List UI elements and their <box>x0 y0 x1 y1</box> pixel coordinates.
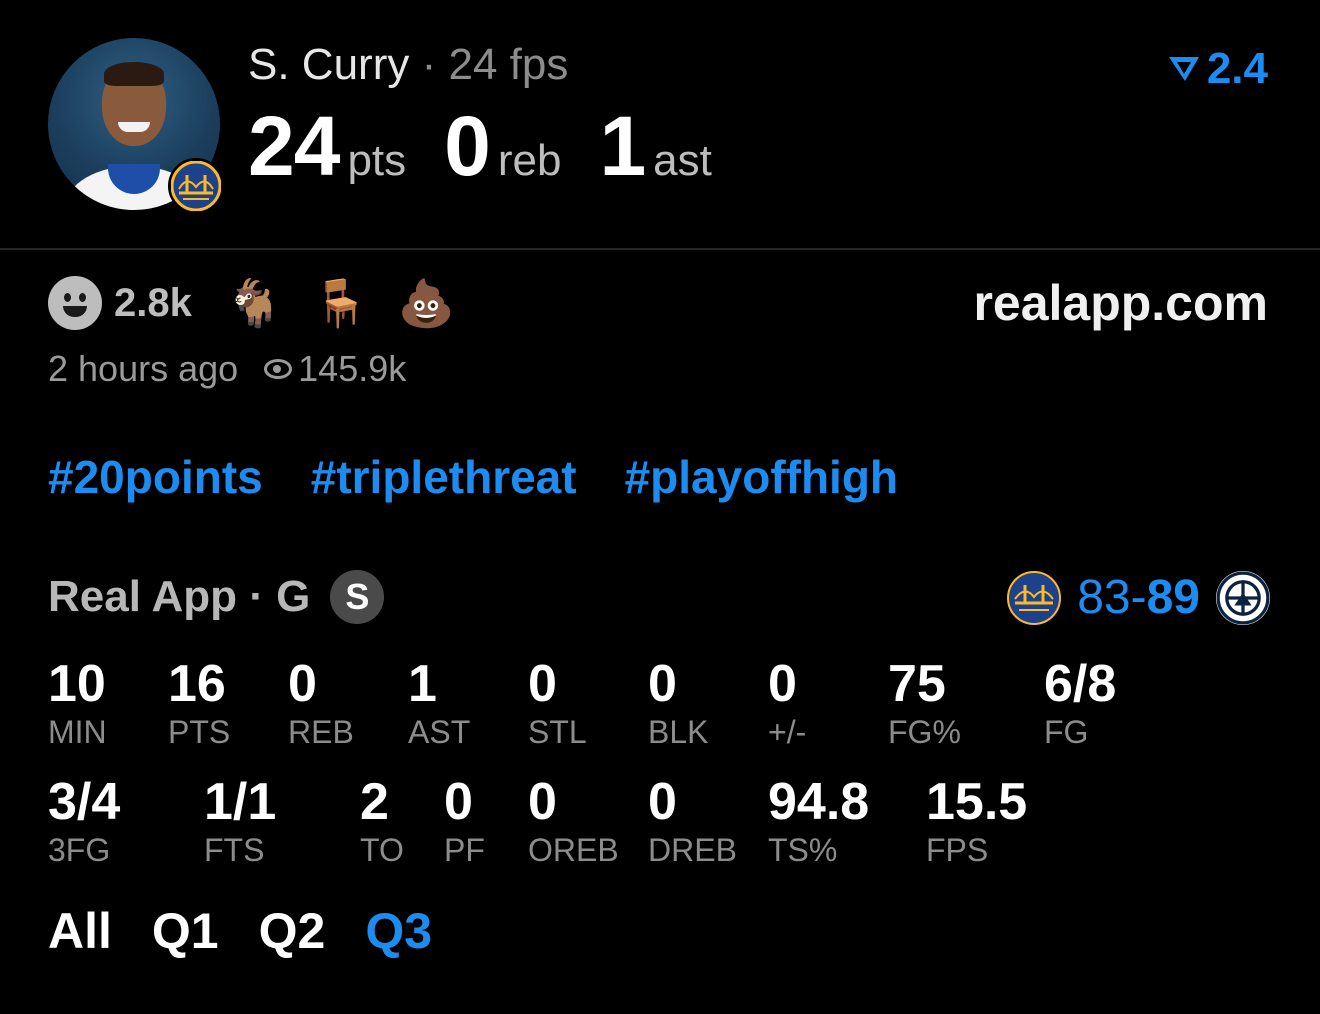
stat-label: OREB <box>528 832 619 868</box>
stat-label: FG% <box>888 714 961 750</box>
hashtag-20points[interactable]: #20points <box>48 450 263 504</box>
stat-reb: 0 REB <box>288 656 354 752</box>
stat-label: AST <box>408 714 471 750</box>
stat-pf: 0 PF <box>444 774 485 870</box>
stat-label: BLK <box>648 714 709 750</box>
reaction-count: 2.8k <box>114 280 192 325</box>
stat-value: 0 <box>648 773 677 831</box>
player-name[interactable]: S. Curry <box>248 40 409 89</box>
stat-value: 15.5 <box>926 773 1028 831</box>
stat-fg: 6/8 FG <box>1044 656 1116 752</box>
stat-label: FTS <box>204 832 265 868</box>
stat-label: +/- <box>768 714 807 750</box>
version-badge[interactable]: 2.4 <box>1167 44 1268 94</box>
rebounds-label: reb <box>497 136 562 185</box>
assists-label: ast <box>653 136 712 185</box>
separator-dot: · <box>409 40 449 89</box>
hashtag-list: #20points #triplethreat #playoffhigh <box>48 450 898 504</box>
score-dash: - <box>1130 571 1147 624</box>
stat-value: 0 <box>528 655 557 713</box>
stat-value: 75 <box>888 655 946 713</box>
stat-value: 1 <box>408 655 437 713</box>
reactions-row: 2.8k 🐐 🪑 💩 <box>48 276 484 330</box>
stat-min: 10 MIN <box>48 656 107 752</box>
warriors-logo-icon <box>1007 570 1062 625</box>
stat-value: 10 <box>48 655 106 713</box>
score-text: 83-89 <box>1077 570 1200 625</box>
game-label: Real App · G <box>48 572 311 621</box>
poop-reaction-icon[interactable]: 💩 <box>398 276 455 331</box>
stat-value: 0 <box>528 773 557 831</box>
view-count: 145.9k <box>298 348 407 389</box>
stat-value: 6/8 <box>1044 655 1117 713</box>
stat-label: TO <box>360 832 404 868</box>
stat-label: REB <box>288 714 354 750</box>
site-link[interactable]: realapp.com <box>973 274 1268 332</box>
real-v-logo-icon <box>1167 44 1201 94</box>
stat-blk: 0 BLK <box>648 656 708 752</box>
stat-value: 0 <box>768 655 797 713</box>
stat-value: 2 <box>360 773 389 831</box>
stat-value: 16 <box>168 655 226 713</box>
stat-label: 3FG <box>48 832 111 868</box>
goat-reaction-icon[interactable]: 🐐 <box>226 276 283 331</box>
stat-label: TS% <box>768 832 838 868</box>
s-badge: S <box>330 570 385 624</box>
hashtag-playoffhigh[interactable]: #playoffhigh <box>625 450 898 504</box>
tab-all[interactable]: All <box>48 902 112 960</box>
version-value: 2.4 <box>1206 44 1268 93</box>
game-info: Real App · G S <box>48 570 385 624</box>
player-name-line: S. Curry · 24 fps <box>248 40 568 90</box>
stat-label: FG <box>1044 714 1089 750</box>
points-label: pts <box>347 136 407 185</box>
tab-q1[interactable]: Q1 <box>152 902 219 960</box>
stat-label: PF <box>444 832 485 868</box>
stat-value: 94.8 <box>768 773 870 831</box>
stat-fps: 15.5 FPS <box>926 774 1027 870</box>
smiley-reaction-icon[interactable] <box>48 276 102 330</box>
stat-label: STL <box>528 714 587 750</box>
stat-pts: 16 PTS <box>168 656 230 752</box>
stat-fts: 1/1 FTS <box>204 774 276 870</box>
stat-value: 3/4 <box>48 773 121 831</box>
stat-value: 1/1 <box>204 773 277 831</box>
stat-value: 0 <box>288 655 317 713</box>
headline-stats: 24 pts 0 reb 1 ast <box>248 98 750 195</box>
stat-value: 0 <box>444 773 473 831</box>
rebounds-value: 0 <box>444 99 491 193</box>
stat-label: MIN <box>48 714 107 750</box>
tab-q3[interactable]: Q3 <box>365 902 432 960</box>
opponent-logo-icon <box>1216 570 1270 625</box>
game-score[interactable]: 83-89 <box>1007 570 1270 625</box>
score-left: 83 <box>1077 571 1131 624</box>
score-right: 89 <box>1146 571 1200 624</box>
stat-label: FPS <box>926 832 989 868</box>
stat-3fg: 3/4 3FG <box>48 774 120 870</box>
header-divider <box>0 248 1320 250</box>
meta-row: 2 hours ago 145.9k <box>48 348 406 390</box>
time-ago: 2 hours ago <box>48 348 239 389</box>
stat-label: PTS <box>168 714 231 750</box>
stat-ts-pct: 94.8 TS% <box>768 774 869 870</box>
stat-value: 0 <box>648 655 677 713</box>
stat-to: 2 TO <box>360 774 404 870</box>
assists-value: 1 <box>599 99 646 193</box>
stat-stl: 0 STL <box>528 656 587 752</box>
points-value: 24 <box>248 99 340 193</box>
hashtag-triplethreat[interactable]: #triplethreat <box>311 450 577 504</box>
avatar-smile <box>118 122 150 132</box>
team-logo-icon <box>168 158 224 214</box>
chair-reaction-icon[interactable]: 🪑 <box>312 276 369 331</box>
quarter-tabs: All Q1 Q2 Q3 <box>48 902 432 960</box>
stat-plus-minus: 0 +/- <box>768 656 806 752</box>
stat-dreb: 0 DREB <box>648 774 737 870</box>
stat-ast: 1 AST <box>408 656 470 752</box>
stat-oreb: 0 OREB <box>528 774 619 870</box>
eye-icon <box>264 359 293 379</box>
avatar-hair <box>104 62 164 86</box>
player-fps: 24 fps <box>448 40 569 89</box>
stat-label: DREB <box>648 832 737 868</box>
stat-fg-pct: 75 FG% <box>888 656 961 752</box>
tab-q2[interactable]: Q2 <box>259 902 326 960</box>
